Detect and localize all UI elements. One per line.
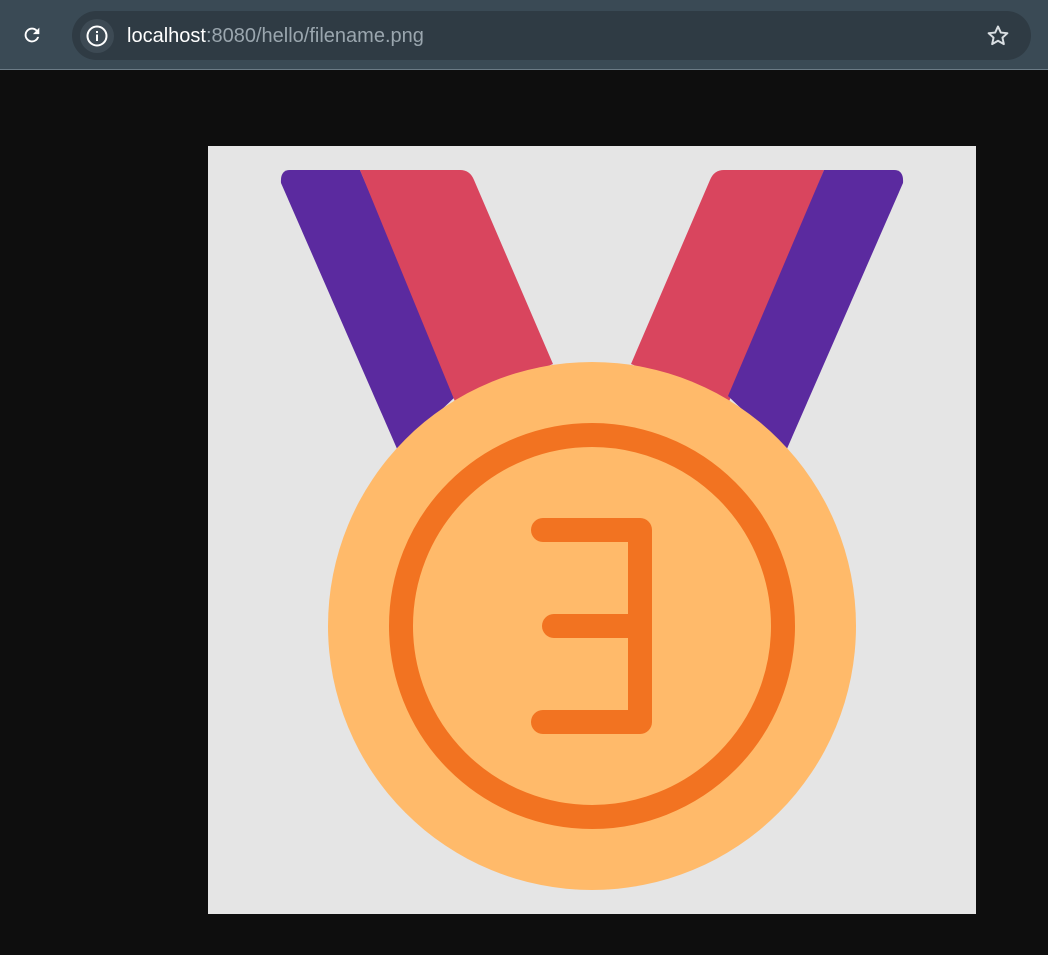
address-bar[interactable]: localhost:8080/hello/filename.png: [72, 11, 1031, 60]
url-text[interactable]: localhost:8080/hello/filename.png: [127, 23, 424, 49]
reload-button[interactable]: [14, 17, 50, 53]
browser-toolbar: localhost:8080/hello/filename.png: [0, 0, 1048, 70]
reload-icon: [24, 27, 40, 43]
page-viewport: [0, 70, 1048, 955]
url-host: localhost: [127, 25, 206, 47]
medal-icon: [280, 170, 904, 890]
info-icon: [86, 25, 108, 47]
star-icon: [987, 25, 1009, 46]
site-info-button[interactable]: [80, 19, 114, 53]
bookmark-button[interactable]: [983, 21, 1013, 51]
displayed-image: [208, 146, 976, 914]
url-path: :8080/hello/filename.png: [205, 25, 424, 47]
